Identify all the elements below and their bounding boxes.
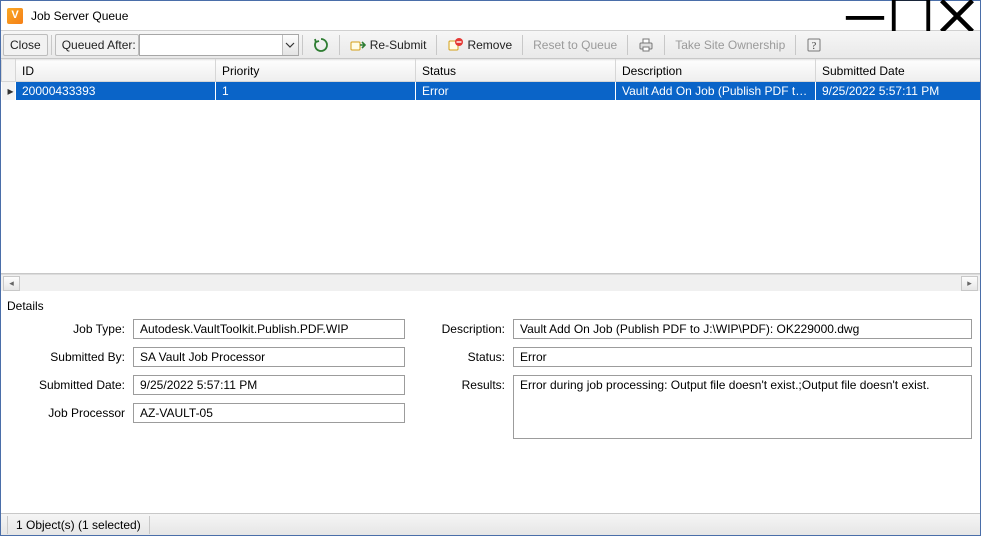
description-label: Description:	[415, 319, 505, 336]
col-header-status[interactable]: Status	[416, 60, 616, 82]
minimize-button[interactable]	[842, 1, 888, 31]
toolbar-separator	[627, 35, 628, 55]
app-icon: V	[7, 8, 23, 24]
svg-text:?: ?	[812, 41, 817, 52]
remove-icon	[447, 37, 463, 53]
cell-id: 20000433393	[16, 82, 216, 101]
row-handle-header	[2, 60, 16, 82]
toolbar: Close Queued After: Re-Submit	[1, 31, 980, 59]
combo-arrow[interactable]	[282, 35, 298, 55]
toolbar-separator	[436, 35, 437, 55]
job-type-label: Job Type:	[5, 319, 125, 336]
col-header-id[interactable]: ID	[16, 60, 216, 82]
grid-area: ID Priority Status Description Submitted…	[1, 59, 980, 274]
queued-after-combo[interactable]	[139, 34, 299, 56]
col-header-priority[interactable]: Priority	[216, 60, 416, 82]
details-panel: Details Job Type: Autodesk.VaultToolkit.…	[1, 291, 980, 513]
close-window-button[interactable]	[934, 1, 980, 31]
submitted-by-field: SA Vault Job Processor	[133, 347, 405, 367]
help-icon: ?	[806, 37, 822, 53]
status-field: Error	[513, 347, 972, 367]
col-header-description[interactable]: Description	[616, 60, 816, 82]
refresh-button[interactable]	[306, 34, 336, 56]
remove-label: Remove	[467, 38, 512, 52]
queued-after-group: Queued After:	[55, 34, 139, 56]
job-grid[interactable]: ID Priority Status Description Submitted…	[1, 59, 980, 100]
job-processor-label: Job Processor	[5, 403, 125, 420]
cell-description: Vault Add On Job (Publish PDF to J:...	[616, 82, 816, 101]
reset-label: Reset to Queue	[533, 38, 617, 52]
maximize-button[interactable]	[888, 1, 934, 31]
toolbar-separator	[522, 35, 523, 55]
submitted-by-label: Submitted By:	[5, 347, 125, 364]
row-indicator-icon: ▸	[2, 82, 16, 101]
window-title: Job Server Queue	[31, 9, 128, 23]
print-button[interactable]	[631, 34, 661, 56]
close-button[interactable]: Close	[3, 34, 48, 56]
job-type-field: Autodesk.VaultToolkit.Publish.PDF.WIP	[133, 319, 405, 339]
resubmit-label: Re-Submit	[370, 38, 427, 52]
queued-after-input[interactable]	[140, 35, 282, 55]
toolbar-separator	[302, 35, 303, 55]
chevron-down-icon	[285, 40, 295, 50]
horizontal-scrollbar[interactable]: ◂ ▸	[1, 274, 980, 291]
queued-after-label: Queued After:	[62, 38, 136, 52]
refresh-icon	[313, 37, 329, 53]
status-label: Status:	[415, 347, 505, 364]
take-ownership-button[interactable]: Take Site Ownership	[668, 34, 792, 56]
toolbar-separator	[664, 35, 665, 55]
table-row[interactable]: ▸ 20000433393 1 Error Vault Add On Job (…	[2, 82, 981, 101]
toolbar-separator	[339, 35, 340, 55]
submitted-date-label: Submitted Date:	[5, 375, 125, 392]
submitted-date-field: 9/25/2022 5:57:11 PM	[133, 375, 405, 395]
cell-priority: 1	[216, 82, 416, 101]
results-field: Error during job processing: Output file…	[513, 375, 972, 439]
cell-submitted-date: 9/25/2022 5:57:11 PM	[816, 82, 981, 101]
toolbar-separator	[795, 35, 796, 55]
reset-to-queue-button[interactable]: Reset to Queue	[526, 34, 624, 56]
object-count: 1 Object(s) (1 selected)	[7, 516, 150, 534]
scroll-left-icon[interactable]: ◂	[3, 276, 20, 291]
job-processor-field: AZ-VAULT-05	[133, 403, 405, 423]
title-bar: V Job Server Queue	[1, 1, 980, 31]
scroll-right-icon[interactable]: ▸	[961, 276, 978, 291]
cell-status: Error	[416, 82, 616, 101]
resubmit-icon	[350, 37, 366, 53]
help-button[interactable]: ?	[799, 34, 829, 56]
close-label: Close	[10, 38, 41, 52]
col-header-submitted-date[interactable]: Submitted Date	[816, 60, 981, 82]
details-header: Details	[5, 297, 972, 319]
printer-icon	[638, 37, 654, 53]
grid-header-row: ID Priority Status Description Submitted…	[2, 60, 981, 82]
results-label: Results:	[415, 375, 505, 392]
take-ownership-label: Take Site Ownership	[675, 38, 785, 52]
status-bar: 1 Object(s) (1 selected)	[1, 513, 980, 535]
remove-button[interactable]: Remove	[440, 34, 519, 56]
description-field: Vault Add On Job (Publish PDF to J:\WIP\…	[513, 319, 972, 339]
resubmit-button[interactable]: Re-Submit	[343, 34, 434, 56]
toolbar-separator	[51, 35, 52, 55]
app-window: V Job Server Queue Close Queued After:	[0, 0, 981, 536]
